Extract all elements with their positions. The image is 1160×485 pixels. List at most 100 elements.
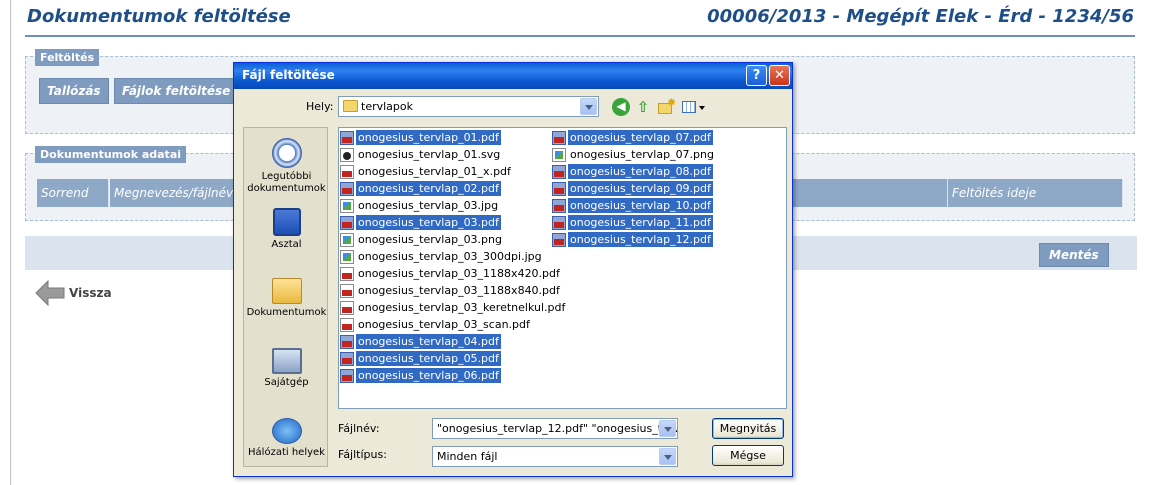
places-bar: Legutóbbi dokumentumok Asztal Dokumentum… — [243, 127, 328, 467]
file-item[interactable]: onogesius_tervlap_03.png — [340, 231, 548, 248]
pdf-file-icon — [552, 232, 566, 247]
file-name: onogesius_tervlap_03_keretnelkul.pdf — [358, 301, 566, 314]
file-list-column-2: onogesius_tervlap_07.pdf onogesius_tervla… — [552, 129, 752, 248]
pdf-file-icon — [552, 164, 566, 179]
open-button[interactable]: Megnyitás — [712, 418, 784, 439]
file-name: onogesius_tervlap_07.png — [570, 148, 714, 161]
file-item[interactable]: onogesius_tervlap_02.pdf — [340, 180, 548, 197]
filename-input[interactable]: "onogesius_tervlap_12.pdf" "onogesius_te… — [432, 418, 678, 439]
look-in-select[interactable]: tervlapok — [338, 96, 599, 117]
file-name: onogesius_tervlap_05.pdf — [356, 351, 501, 366]
file-list-column-1: onogesius_tervlap_01.pdf onogesius_tervla… — [340, 129, 565, 384]
pdf-file-icon — [340, 215, 354, 230]
file-item[interactable]: onogesius_tervlap_06.pdf — [340, 367, 548, 384]
place-my-computer[interactable]: Sajátgép — [244, 348, 329, 389]
file-item[interactable]: onogesius_tervlap_03.jpg — [340, 197, 548, 214]
filetype-value: Minden fájl — [437, 450, 498, 463]
file-list[interactable]: onogesius_tervlap_01.pdf onogesius_tervla… — [338, 127, 787, 409]
file-item[interactable]: onogesius_tervlap_05.pdf — [340, 350, 548, 367]
page-header: Dokumentumok feltöltése 00006/2013 - Meg… — [0, 0, 1160, 38]
place-network[interactable]: Hálózati helyek — [244, 418, 329, 459]
back-icon[interactable]: ◀ — [612, 98, 630, 116]
file-item[interactable]: onogesius_tervlap_03_300dpi.jpg — [340, 248, 548, 265]
help-button[interactable]: ? — [746, 65, 767, 86]
file-name: onogesius_tervlap_03_1188x420.pdf — [358, 267, 560, 280]
image-file-icon — [552, 147, 566, 162]
column-header-name[interactable]: Megnevezés/fájlnév — [110, 179, 235, 207]
file-name: onogesius_tervlap_09.pdf — [568, 181, 713, 196]
pdf-file-icon — [552, 215, 566, 230]
file-item[interactable]: onogesius_tervlap_07.png — [552, 146, 752, 163]
file-name: onogesius_tervlap_03_1188x840.pdf — [358, 284, 560, 297]
file-item[interactable]: onogesius_tervlap_10.pdf — [552, 197, 752, 214]
network-places-icon — [271, 418, 302, 444]
filetype-select[interactable]: Minden fájl — [432, 446, 678, 467]
file-item[interactable]: onogesius_tervlap_01.svg — [340, 146, 548, 163]
documents-section-legend: Dokumentumok adatai — [35, 146, 187, 163]
place-desktop[interactable]: Asztal — [244, 208, 329, 251]
place-label: Dokumentumok — [246, 307, 327, 318]
file-name: onogesius_tervlap_04.pdf — [356, 334, 501, 349]
pdf-file-icon — [340, 181, 354, 196]
dialog-title: Fájl feltöltése — [242, 68, 335, 82]
documents-folder-icon — [271, 278, 302, 304]
back-arrow-icon — [35, 279, 65, 307]
record-info: 00006/2013 - Megépít Elek - Érd - 1234/5… — [707, 6, 1134, 27]
file-item[interactable]: onogesius_tervlap_01_x.pdf — [340, 163, 548, 180]
column-header-upload-date[interactable]: Feltöltés ideje — [948, 179, 1123, 207]
file-item[interactable]: onogesius_tervlap_08.pdf — [552, 163, 752, 180]
look-in-label: Hely: — [306, 100, 334, 113]
file-item[interactable]: onogesius_tervlap_03_scan.pdf — [340, 316, 548, 333]
header-divider — [25, 35, 1135, 37]
file-name: onogesius_tervlap_03_300dpi.jpg — [358, 250, 542, 263]
pdf-file-icon — [340, 300, 354, 315]
file-item[interactable]: onogesius_tervlap_07.pdf — [552, 129, 752, 146]
place-label: Sajátgép — [264, 377, 309, 388]
pdf-file-icon — [552, 198, 566, 213]
file-name: onogesius_tervlap_03.pdf — [356, 215, 501, 230]
new-folder-icon[interactable]: ✸ — [657, 96, 676, 116]
cancel-button[interactable]: Mégse — [712, 445, 784, 466]
file-item[interactable]: onogesius_tervlap_12.pdf — [552, 231, 752, 248]
dialog-titlebar[interactable]: Fájl feltöltése ? ✕ — [234, 63, 792, 89]
pdf-file-icon — [552, 130, 566, 145]
file-name: onogesius_tervlap_08.pdf — [568, 164, 713, 179]
file-name: onogesius_tervlap_07.pdf — [568, 130, 713, 145]
pdf-file-icon — [340, 283, 354, 298]
file-item[interactable]: onogesius_tervlap_03_1188x840.pdf — [340, 282, 560, 299]
place-documents[interactable]: Dokumentumok — [244, 278, 329, 319]
close-button[interactable]: ✕ — [769, 65, 790, 86]
file-item[interactable]: onogesius_tervlap_04.pdf — [340, 333, 548, 350]
file-item[interactable]: onogesius_tervlap_03_1188x420.pdf — [340, 265, 560, 282]
chevron-down-icon[interactable] — [659, 448, 676, 465]
pdf-file-icon — [340, 334, 354, 349]
back-link[interactable]: Vissza — [34, 278, 112, 308]
file-name: onogesius_tervlap_11.pdf — [568, 215, 713, 230]
back-link-label: Vissza — [69, 286, 112, 300]
upload-section-legend: Feltöltés — [35, 49, 100, 66]
chevron-down-icon[interactable] — [580, 98, 597, 115]
file-item[interactable]: onogesius_tervlap_03.pdf — [340, 214, 548, 231]
save-button[interactable]: Mentés — [1039, 243, 1109, 267]
chevron-down-icon[interactable] — [659, 420, 676, 437]
page-title: Dokumentumok feltöltése — [27, 6, 291, 27]
file-item[interactable]: onogesius_tervlap_01.pdf — [340, 129, 548, 146]
svg-file-icon — [340, 147, 354, 162]
pdf-file-icon — [340, 351, 354, 366]
browse-button[interactable]: Tallózás — [39, 78, 109, 104]
file-name: onogesius_tervlap_12.pdf — [568, 232, 713, 247]
image-file-icon — [340, 232, 354, 247]
file-item[interactable]: onogesius_tervlap_03_keretnelkul.pdf — [340, 299, 565, 316]
pdf-file-icon — [340, 130, 354, 145]
pdf-file-icon — [340, 266, 354, 281]
upload-files-button[interactable]: Fájlok feltöltése — [114, 78, 239, 104]
column-header-order[interactable]: Sorrend — [37, 179, 109, 207]
file-item[interactable]: onogesius_tervlap_11.pdf — [552, 214, 752, 231]
pdf-file-icon — [340, 164, 354, 179]
view-menu-icon[interactable] — [681, 98, 707, 116]
file-item[interactable]: onogesius_tervlap_09.pdf — [552, 180, 752, 197]
up-folder-icon[interactable]: ⇧ — [634, 98, 652, 116]
file-name: onogesius_tervlap_06.pdf — [356, 368, 501, 383]
place-recent-documents[interactable]: Legutóbbi dokumentumok — [244, 138, 329, 195]
desktop-icon — [272, 208, 301, 236]
